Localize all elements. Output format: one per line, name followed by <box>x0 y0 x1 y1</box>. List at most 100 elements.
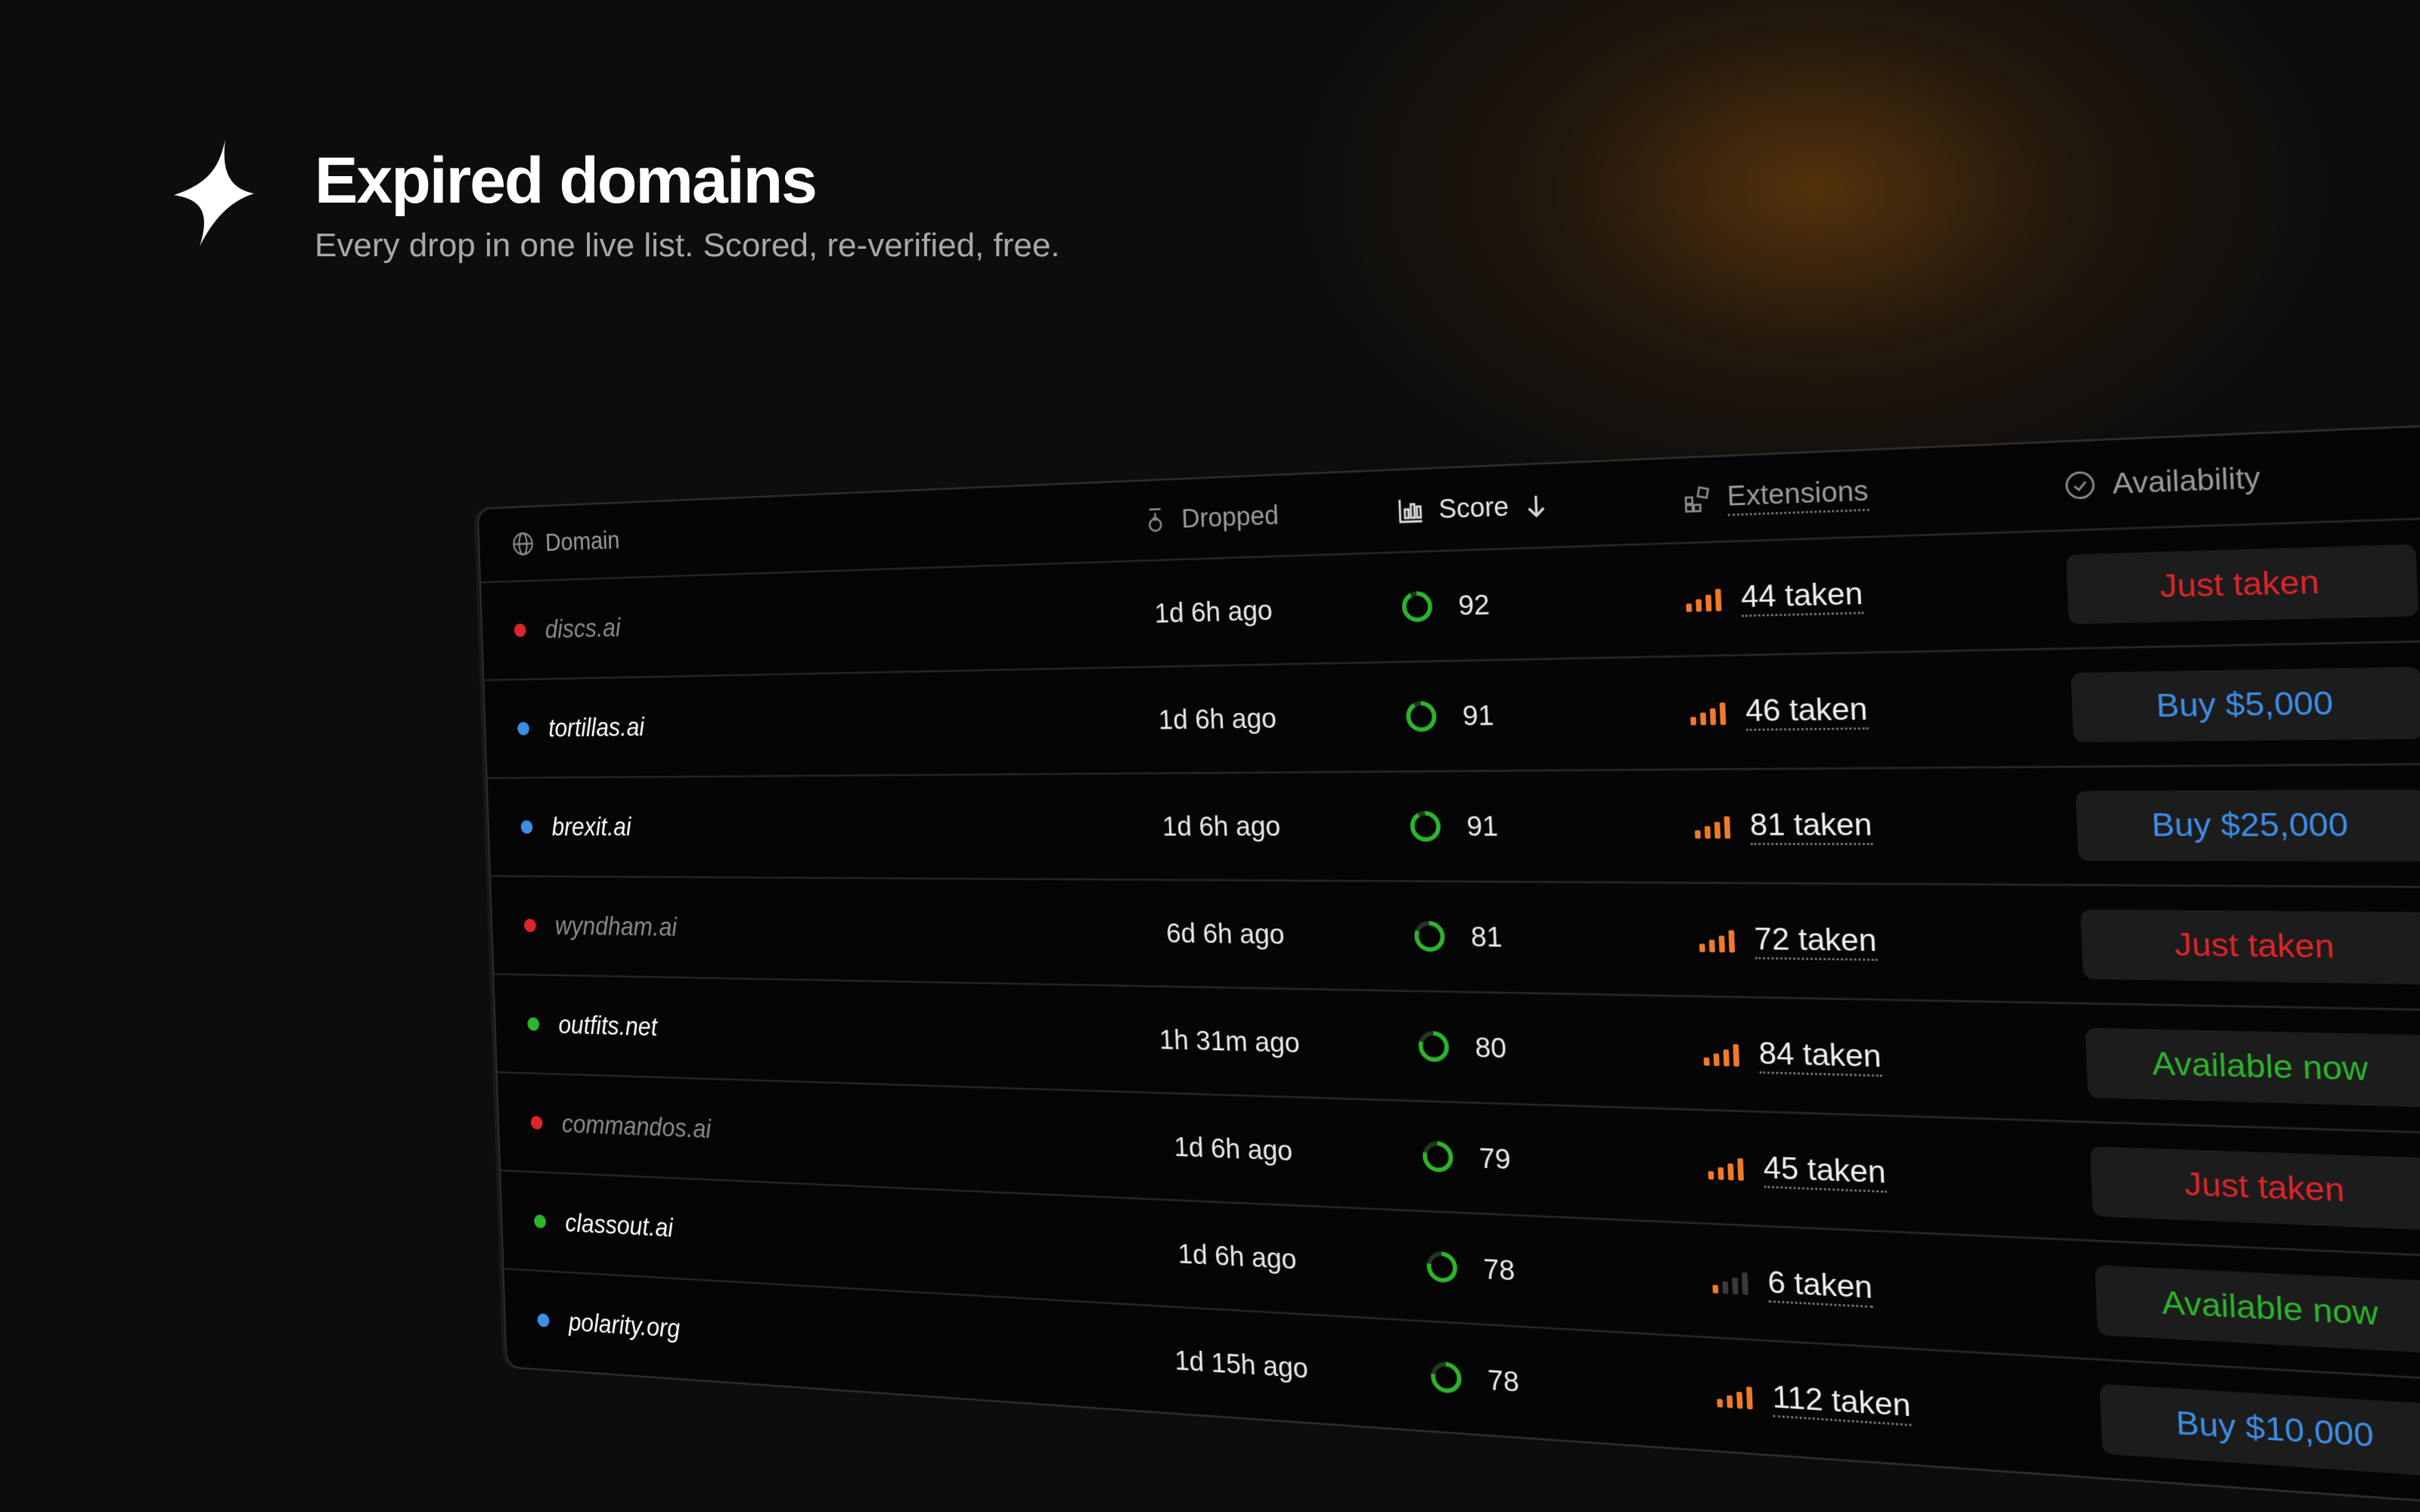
extensions-taken[interactable]: 44 taken <box>1740 576 1864 617</box>
extensions-taken[interactable]: 46 taken <box>1745 691 1869 731</box>
extensions-taken[interactable]: 6 taken <box>1767 1265 1874 1308</box>
availability-button[interactable]: Available now <box>2085 1027 2420 1108</box>
score-value: 91 <box>1462 699 1495 732</box>
column-label-domain: Domain <box>544 526 620 556</box>
domain-cell: brexit.ai <box>489 811 1066 842</box>
extensions-cell: 46 taken <box>1661 689 2043 731</box>
score-value: 80 <box>1474 1030 1507 1064</box>
dropped-time: 6d 6h ago <box>1165 917 1286 950</box>
status-dot <box>523 919 536 933</box>
status-dot <box>534 1214 547 1228</box>
score-value: 92 <box>1457 588 1491 621</box>
domain-name[interactable]: classout.ai <box>565 1208 674 1243</box>
domain-cell: discs.ai <box>482 600 1060 646</box>
extensions-taken[interactable]: 45 taken <box>1762 1150 1887 1193</box>
score-ring-icon <box>1399 589 1435 625</box>
domain-cell: outfits.net <box>495 1009 1075 1053</box>
column-header-extensions[interactable]: Extensions <box>1653 469 2034 519</box>
score-value: 78 <box>1482 1253 1516 1287</box>
domain-name[interactable]: outfits.net <box>558 1010 658 1042</box>
dropped-time: 1d 6h ago <box>1177 1238 1298 1275</box>
score-value: 81 <box>1470 920 1503 953</box>
availability-button[interactable]: Available now <box>2094 1265 2420 1355</box>
score-cell: 78 <box>1402 1357 1689 1411</box>
domain-cell: tortillas.ai <box>486 706 1063 744</box>
dropped-time: 1h 31m ago <box>1159 1024 1301 1059</box>
domain-cell: commandos.ai <box>498 1107 1078 1159</box>
column-header-availability[interactable]: Availability <box>2032 454 2420 503</box>
column-label-availability: Availability <box>2111 461 2261 500</box>
availability-cell: Buy $5,000 <box>2040 666 2420 743</box>
availability-cell: Just taken <box>2036 543 2420 625</box>
score-cell: 91 <box>1377 695 1663 734</box>
status-dot <box>520 820 533 834</box>
status-dot <box>517 721 530 736</box>
score-cell: 81 <box>1385 919 1672 958</box>
column-header-score[interactable]: Score <box>1370 486 1655 528</box>
domain-name[interactable]: wyndham.ai <box>554 911 677 942</box>
extensions-taken[interactable]: 84 taken <box>1758 1036 1882 1077</box>
domain-name[interactable]: tortillas.ai <box>548 712 645 742</box>
dropped-cell: 1d 6h ago <box>1062 701 1379 736</box>
domain-cell: classout.ai <box>502 1205 1082 1264</box>
availability-button[interactable]: Just taken <box>2065 544 2418 624</box>
dropped-time: 1d 6h ago <box>1173 1131 1293 1167</box>
score-cell: 80 <box>1389 1028 1676 1070</box>
domain-name[interactable]: discs.ai <box>544 613 621 644</box>
dropped-cell: 1d 6h ago <box>1058 592 1374 632</box>
domain-name[interactable]: commandos.ai <box>561 1109 712 1144</box>
extensions-taken[interactable]: 81 taken <box>1749 807 1873 845</box>
signal-bars-icon <box>1690 702 1727 726</box>
signal-bars-icon <box>1686 588 1722 612</box>
extensions-cell: 72 taken <box>1671 921 2052 963</box>
dropped-time: 1d 6h ago <box>1154 594 1274 629</box>
score-value: 79 <box>1478 1142 1512 1176</box>
availability-button[interactable]: Buy $5,000 <box>2071 666 2420 742</box>
availability-cell: Buy $25,000 <box>2045 789 2420 862</box>
domain-cell: polarity.org <box>505 1303 1086 1370</box>
score-cell: 91 <box>1381 808 1667 844</box>
availability-button[interactable]: Just taken <box>2080 909 2420 985</box>
table-row[interactable]: brexit.ai 1d 6h ago 91 81 taken Buy $25,000 <box>487 762 2420 887</box>
status-dot <box>527 1017 540 1031</box>
score-cell: 79 <box>1394 1138 1680 1184</box>
drop-icon <box>1141 505 1170 534</box>
availability-cell: Just taken <box>2049 909 2420 985</box>
status-dot <box>537 1313 550 1328</box>
score-ring-icon <box>1424 1249 1460 1286</box>
column-label-dropped: Dropped <box>1181 500 1280 534</box>
availability-button[interactable]: Buy $10,000 <box>2099 1383 2420 1478</box>
availability-cell: Just taken <box>2059 1145 2420 1233</box>
score-ring-icon <box>1420 1139 1456 1175</box>
score-value: 91 <box>1466 810 1499 842</box>
domain-cell: wyndham.ai <box>492 911 1071 948</box>
globe-icon <box>511 530 535 557</box>
dropped-cell: 1d 6h ago <box>1066 810 1382 843</box>
column-label-extensions: Extensions <box>1726 476 1869 516</box>
extensions-taken[interactable]: 72 taken <box>1753 922 1878 961</box>
signal-bars-icon <box>1712 1272 1748 1296</box>
status-dot <box>530 1115 543 1130</box>
extensions-cell: 44 taken <box>1657 571 2037 618</box>
signal-bars-icon <box>1708 1157 1744 1181</box>
signal-bars-icon <box>1699 930 1736 953</box>
availability-cell: Buy $10,000 <box>2069 1382 2420 1481</box>
dropped-time: 1d 6h ago <box>1162 810 1281 842</box>
score-cell: 92 <box>1373 582 1658 625</box>
domain-name[interactable]: polarity.org <box>568 1307 681 1343</box>
score-ring-icon <box>1404 699 1439 734</box>
domain-name[interactable]: brexit.ai <box>551 812 631 841</box>
score-ring-icon <box>1416 1028 1451 1064</box>
extensions-cell: 6 taken <box>1683 1261 2066 1318</box>
column-header-domain[interactable]: Domain <box>479 510 1056 559</box>
column-label-score: Score <box>1438 491 1509 525</box>
score-value: 78 <box>1487 1363 1520 1398</box>
domains-table: Domain Dropped Score Extensions Availabi… <box>476 423 2420 1508</box>
availability-button[interactable]: Buy $25,000 <box>2075 789 2420 862</box>
score-ring-icon <box>1407 809 1443 844</box>
bar-chart-icon <box>1396 495 1426 526</box>
extensions-taken[interactable]: 112 taken <box>1771 1379 1912 1426</box>
dropped-cell: 1d 6h ago <box>1081 1233 1399 1281</box>
column-header-dropped[interactable]: Dropped <box>1055 497 1371 538</box>
availability-button[interactable]: Just taken <box>2090 1146 2420 1232</box>
